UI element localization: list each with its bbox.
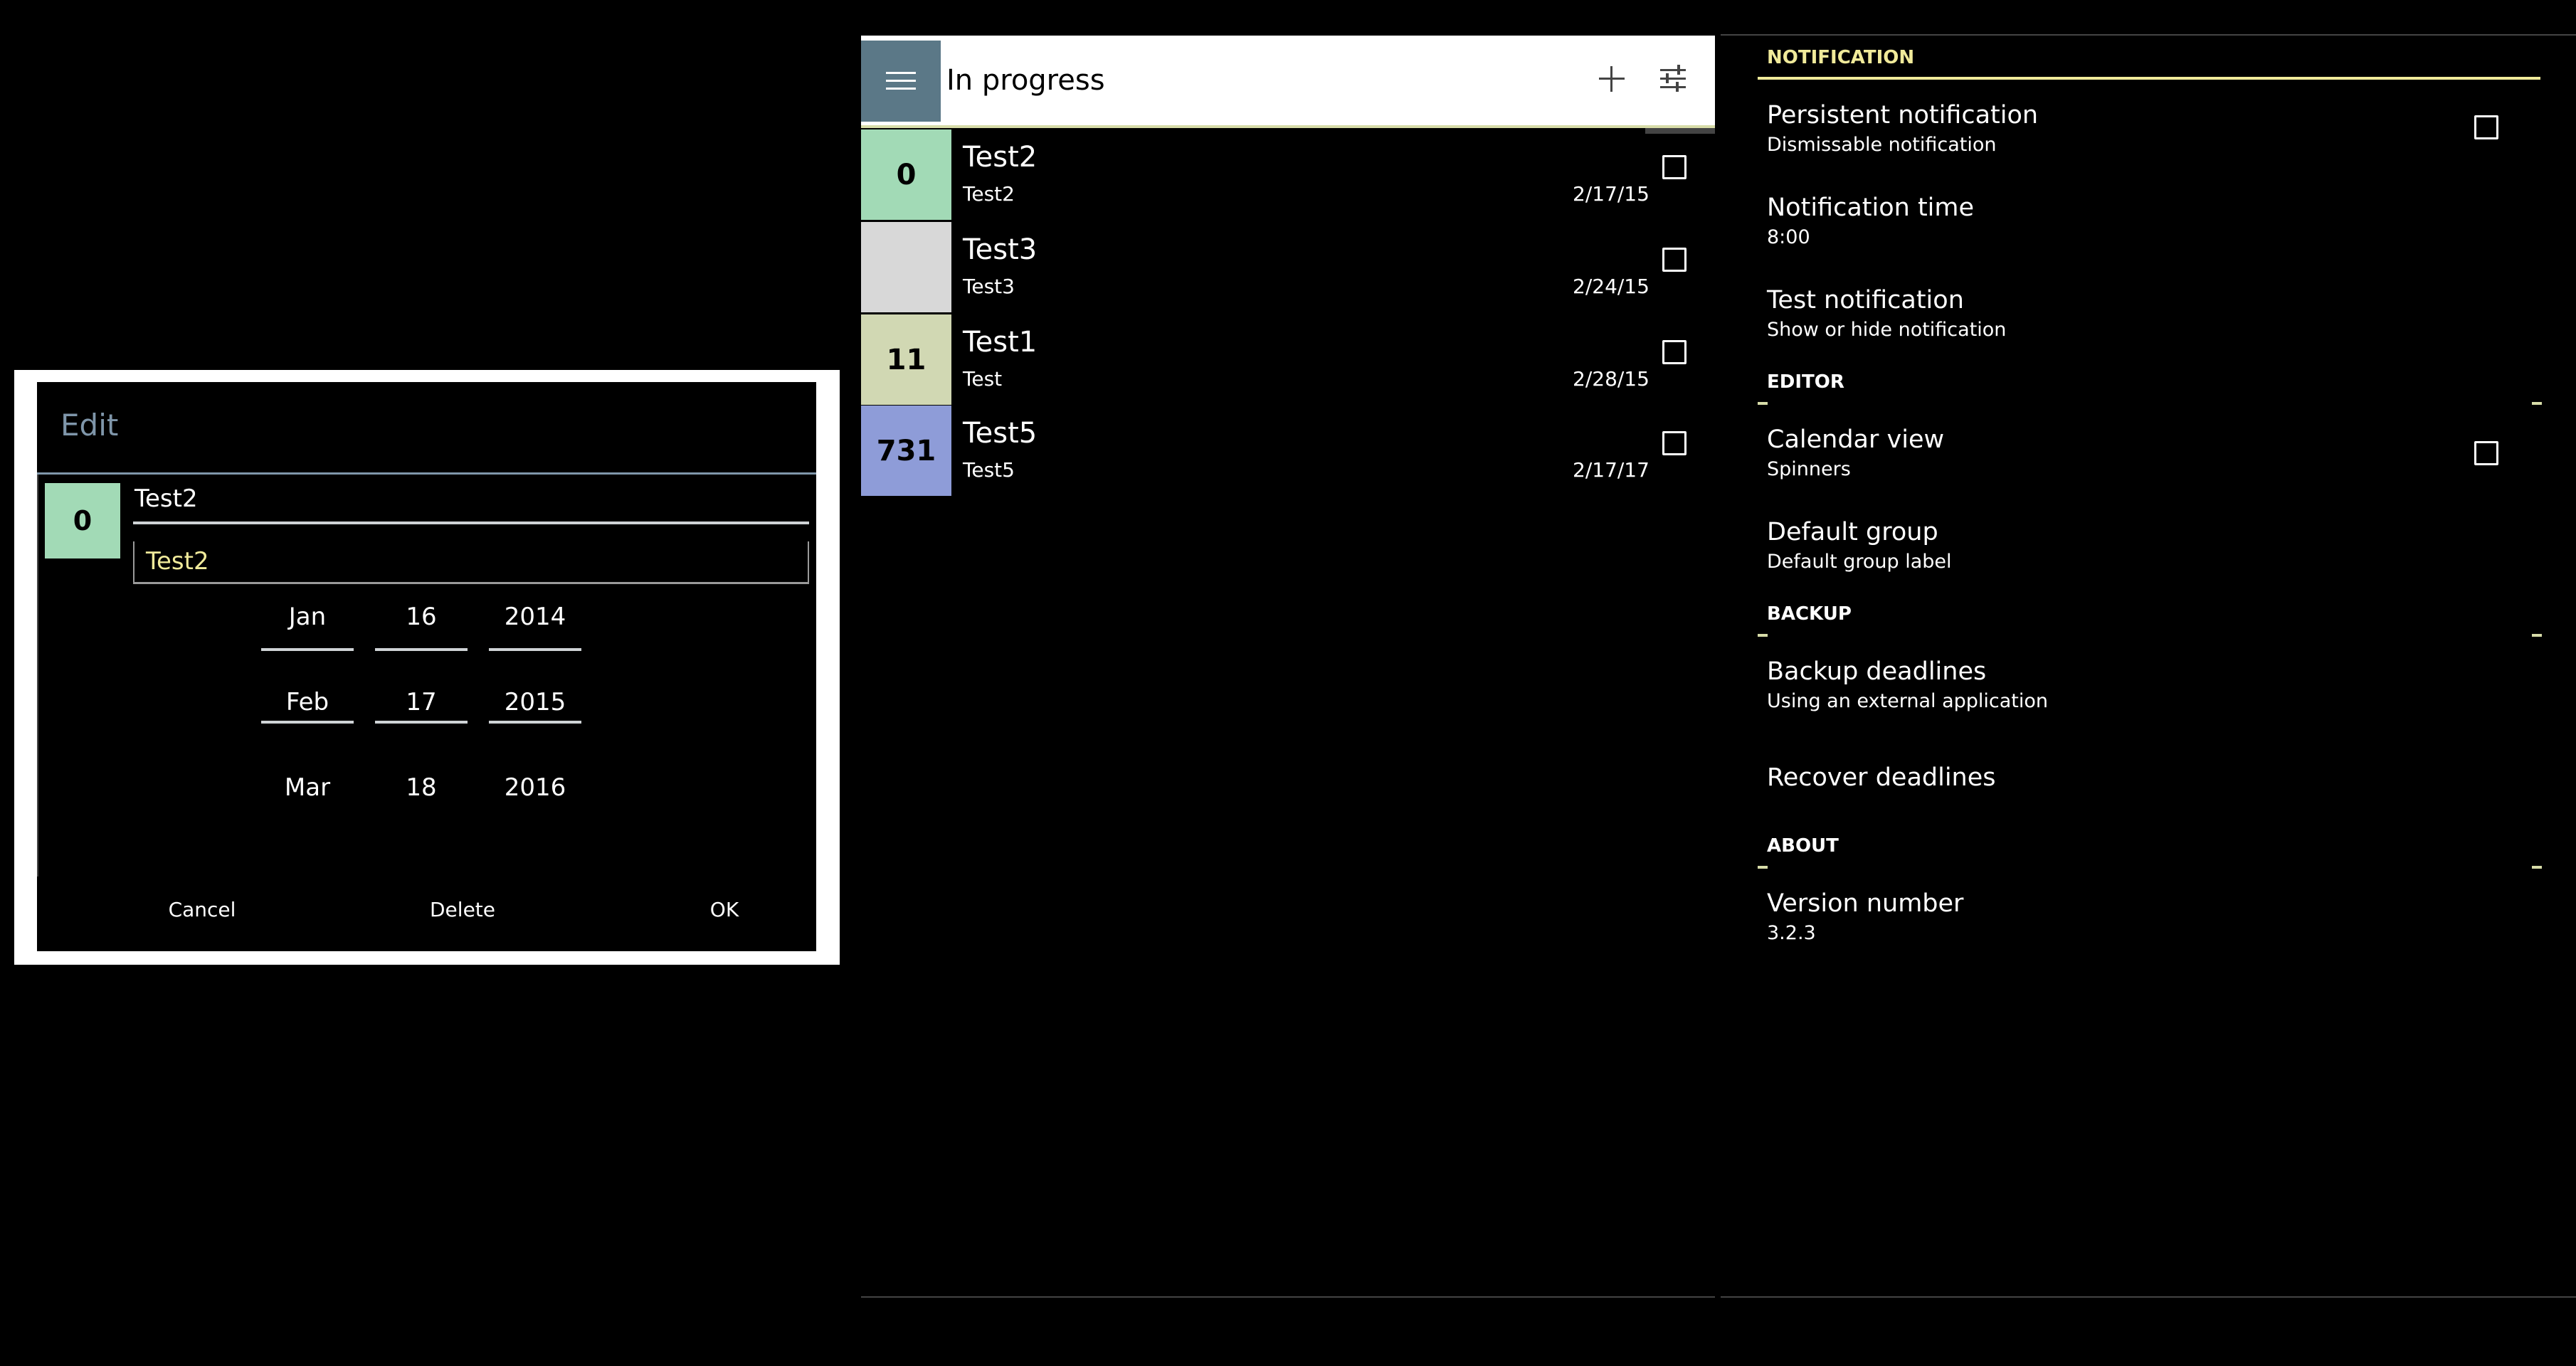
edit-dialog: Edit 0 Test2 Test2 Jan Feb Mar 16 17 18 …: [37, 382, 816, 951]
dialog-title: Edit: [60, 408, 119, 443]
list-item[interactable]: Test3 Test3 2/24/15: [861, 222, 1715, 312]
pref-title: Persistent notification: [1767, 101, 2039, 129]
list-item[interactable]: 731 Test5 Test5 2/17/17: [861, 406, 1715, 496]
section-marker: [1758, 402, 1768, 405]
section-underline: [1758, 77, 2540, 80]
toolbar: In progress: [861, 36, 1715, 125]
pref-summary: 8:00: [1767, 226, 1810, 248]
month-prev[interactable]: Jan: [261, 603, 354, 631]
ok-button[interactable]: OK: [653, 898, 796, 921]
section-marker: [1758, 866, 1768, 869]
section-header-about: ABOUT: [1767, 835, 1839, 857]
item-subtitle: Test5: [963, 458, 1015, 482]
divider: [861, 1296, 1715, 1298]
day-prev[interactable]: 16: [375, 603, 468, 631]
day-next[interactable]: 18: [375, 773, 468, 802]
section-marker: [2532, 634, 2542, 637]
year-next[interactable]: 2016: [489, 773, 581, 802]
pref-summary: Show or hide notification: [1767, 319, 2007, 341]
year-selected[interactable]: 2015: [489, 688, 581, 716]
pref-title: Calendar view: [1767, 425, 1945, 454]
item-checkbox[interactable]: [1662, 248, 1686, 272]
calendar-view-checkbox[interactable]: [2474, 441, 2498, 465]
item-date: 2/17/15: [1573, 182, 1649, 206]
divider: [1721, 1296, 2576, 1298]
list-item[interactable]: 0 Test2 Test2 2/17/15: [861, 129, 1715, 220]
item-subtitle: Test2: [963, 182, 1015, 206]
item-date: 2/28/15: [1573, 367, 1649, 391]
spinner-line: [261, 721, 354, 724]
section-header-editor: EDITOR: [1767, 371, 1844, 393]
item-checkbox[interactable]: [1662, 431, 1686, 455]
persistent-checkbox[interactable]: [2474, 115, 2498, 139]
cancel-button[interactable]: Cancel: [131, 898, 273, 921]
filter-button[interactable]: [1647, 53, 1697, 103]
item-date: 2/24/15: [1573, 275, 1649, 298]
section-marker: [2532, 866, 2542, 869]
menu-button[interactable]: [861, 41, 941, 122]
toolbar-divider: [861, 125, 1715, 128]
add-icon: [1599, 66, 1625, 92]
name-input[interactable]: Test2: [133, 485, 809, 524]
day-spinner[interactable]: 16 17 18: [375, 603, 468, 802]
item-title: Test1: [963, 326, 1038, 359]
month-selected[interactable]: Feb: [261, 688, 354, 716]
spinner-line: [375, 721, 468, 724]
delete-button[interactable]: Delete: [391, 898, 534, 921]
item-checkbox[interactable]: [1662, 340, 1686, 364]
description-input[interactable]: Test2: [133, 541, 809, 584]
item-title: Test5: [963, 417, 1038, 450]
year-spinner[interactable]: 2014 2015 2016: [489, 603, 581, 802]
pref-title: Test notification: [1767, 286, 1964, 314]
item-badge: [861, 222, 951, 312]
spinner-line: [489, 648, 581, 651]
pref-title: Recover deadlines: [1767, 763, 1996, 792]
sliders-icon: [1660, 65, 1686, 92]
month-spinner[interactable]: Jan Feb Mar: [261, 603, 354, 802]
menu-icon: [886, 72, 916, 90]
spinner-line: [375, 648, 468, 651]
item-checkbox[interactable]: [1662, 155, 1686, 179]
pref-summary: Default group label: [1767, 551, 1952, 573]
item-title: Test3: [963, 233, 1038, 266]
pref-summary: Using an external application: [1767, 690, 2049, 712]
year-prev[interactable]: 2014: [489, 603, 581, 631]
toolbar-title: In progress: [946, 64, 1105, 97]
item-badge: 0: [861, 129, 951, 220]
month-next[interactable]: Mar: [261, 773, 354, 802]
section-header-backup: BACKUP: [1767, 603, 1852, 625]
item-title: Test2: [963, 141, 1038, 174]
item-subtitle: Test3: [963, 275, 1015, 298]
add-button[interactable]: [1587, 53, 1637, 103]
divider: [1721, 34, 2576, 36]
section-marker: [1758, 634, 1768, 637]
pref-summary: 3.2.3: [1767, 922, 1816, 944]
item-subtitle: Test: [963, 367, 1003, 391]
pref-summary: Dismissable notification: [1767, 134, 1997, 156]
dialog-border: [37, 475, 38, 877]
section-header-notification: NOTIFICATION: [1767, 47, 1915, 68]
list-item[interactable]: 11 Test1 Test 2/28/15: [861, 314, 1715, 405]
spinner-line: [261, 648, 354, 651]
section-marker: [2532, 402, 2542, 405]
item-badge: 11: [861, 314, 951, 405]
pref-title: Default group: [1767, 518, 1938, 546]
pref-title: Notification time: [1767, 194, 1975, 222]
spinner-line: [489, 721, 581, 724]
item-badge: 731: [861, 406, 951, 496]
pref-summary: Spinners: [1767, 458, 1851, 480]
days-left-badge[interactable]: 0: [45, 483, 120, 558]
pref-title: Backup deadlines: [1767, 657, 1987, 686]
item-date: 2/17/17: [1573, 458, 1649, 482]
dialog-divider: [37, 472, 816, 475]
pref-title: Version number: [1767, 889, 1964, 918]
day-selected[interactable]: 17: [375, 688, 468, 716]
